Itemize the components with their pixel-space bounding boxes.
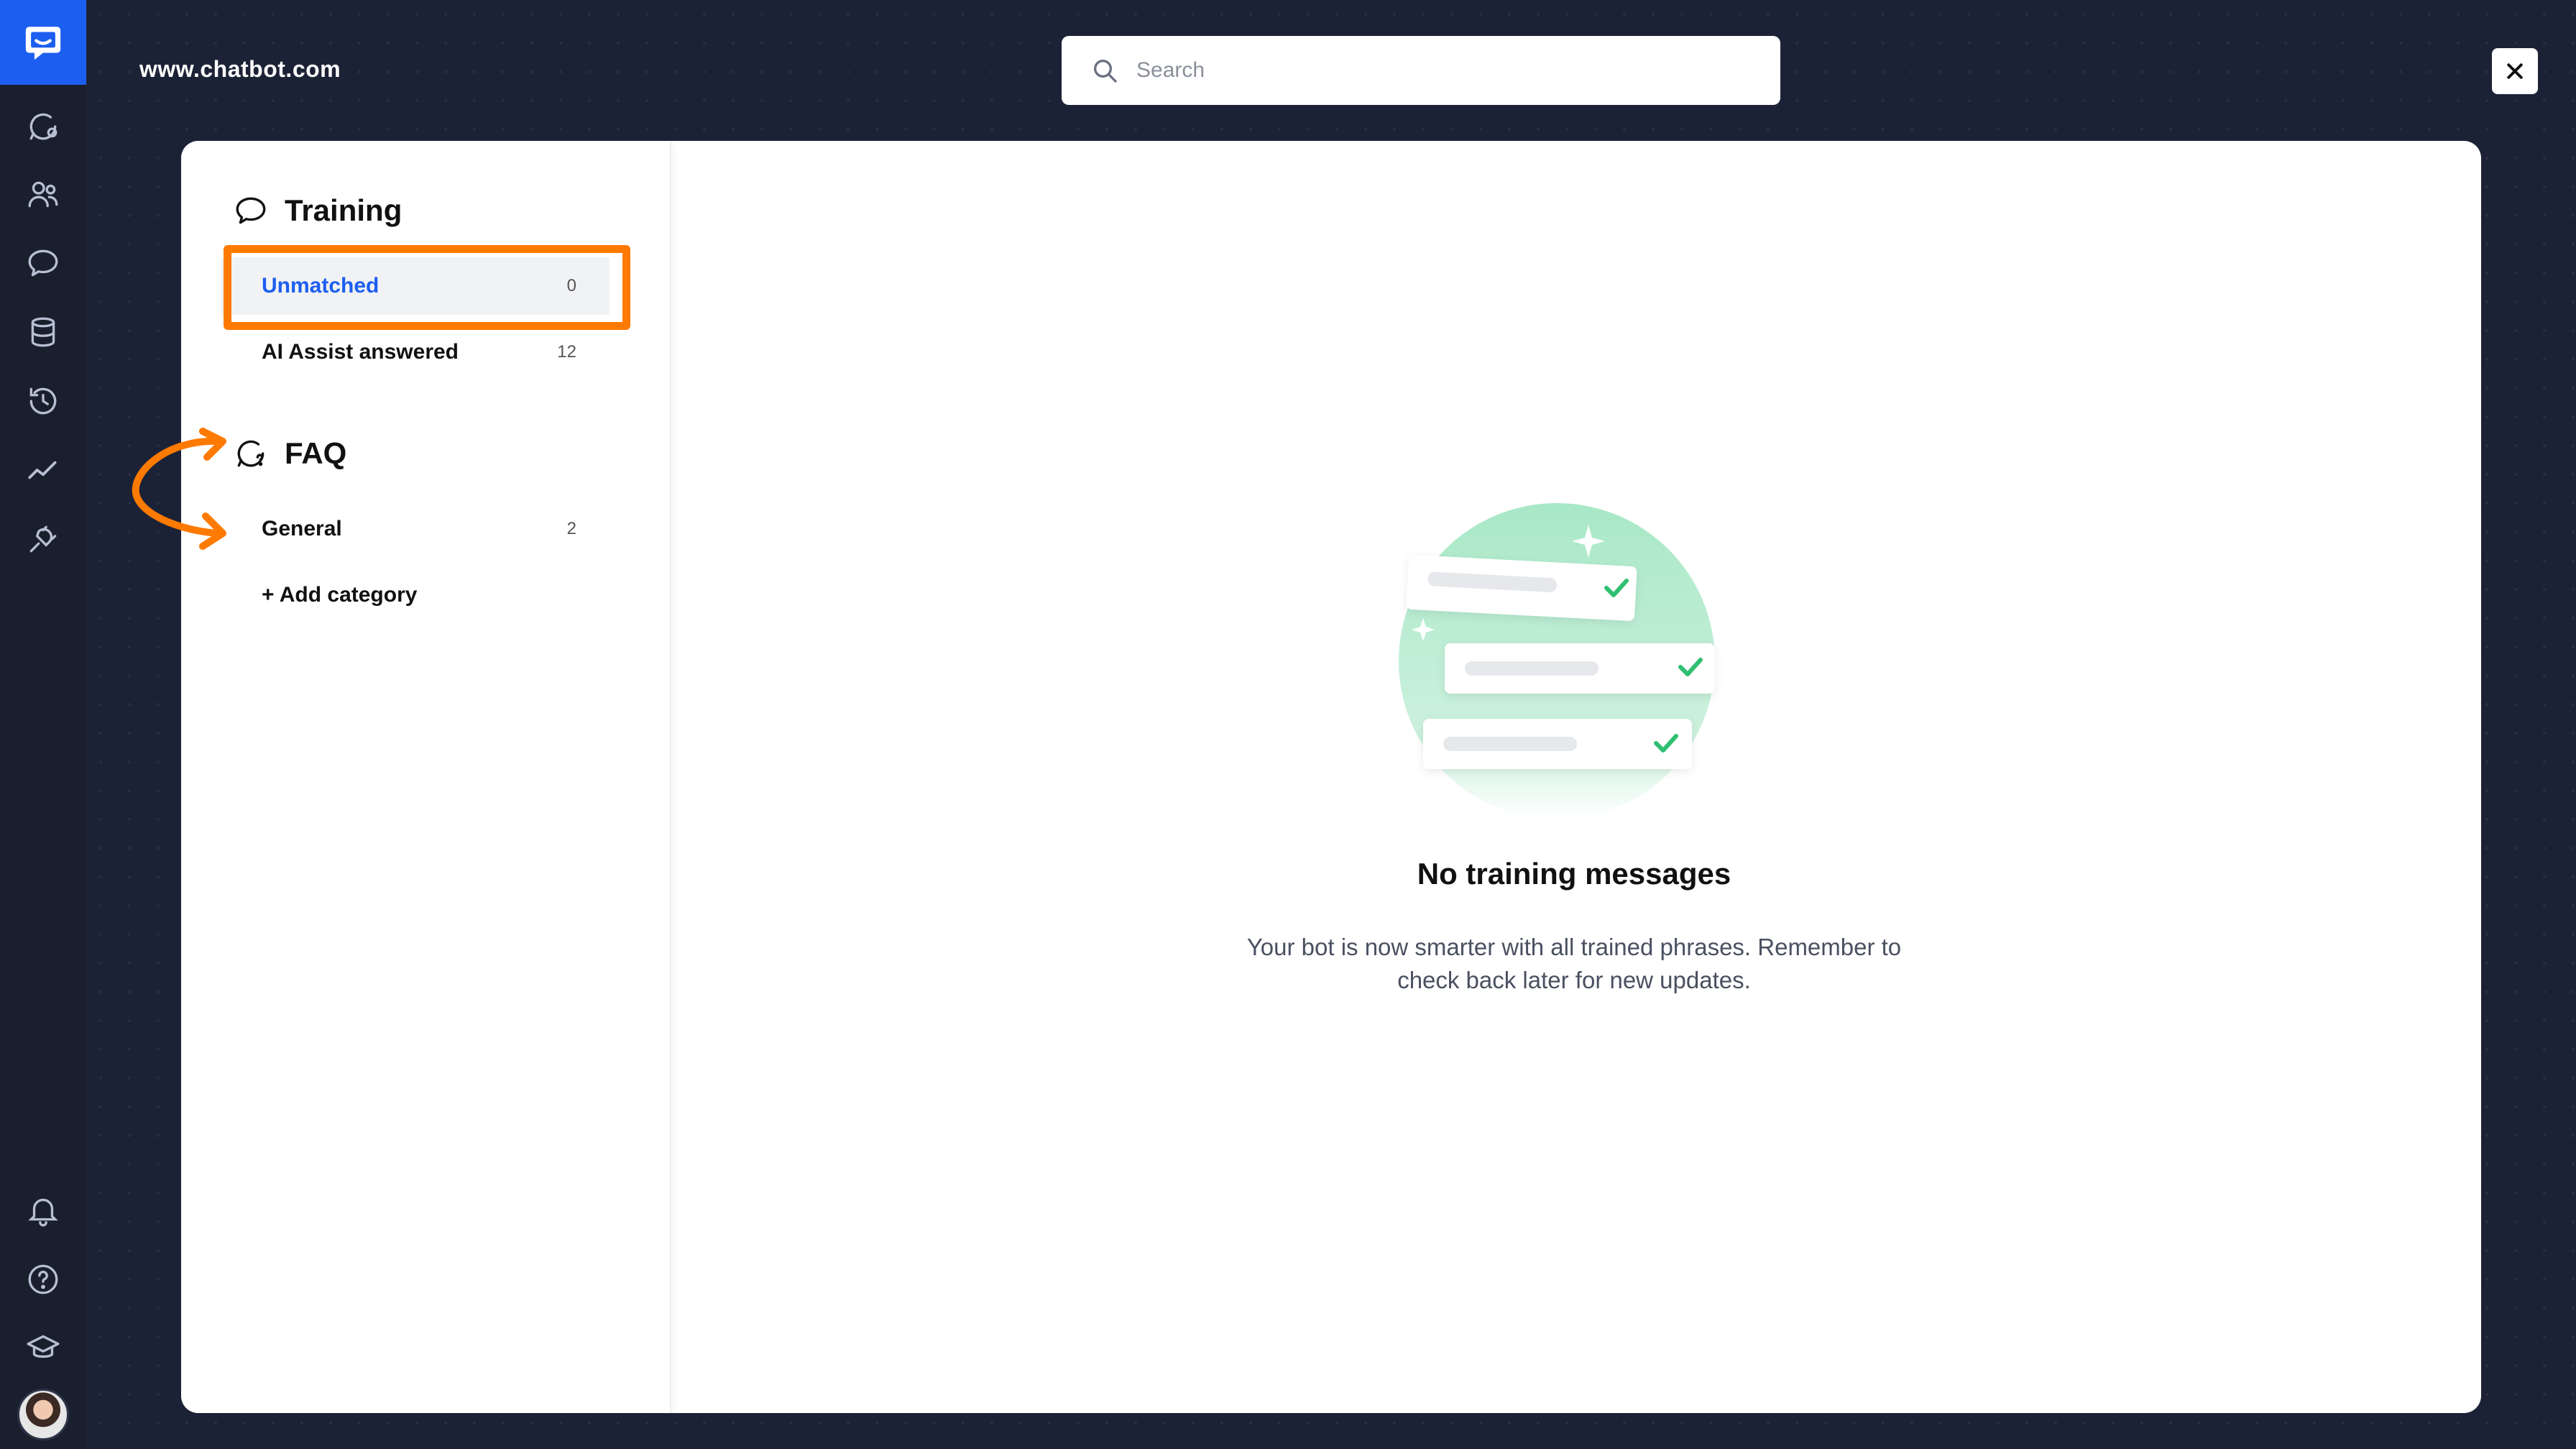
bot-training-icon (28, 249, 58, 277)
rail-academy[interactable] (0, 1320, 86, 1377)
faq-title: FAQ (285, 436, 347, 470)
empty-state-line-1: Your bot is now smarter with all trained… (1246, 934, 1902, 960)
chatbot-logo[interactable] (0, 0, 86, 85)
search-icon (1094, 60, 1117, 83)
search-bar[interactable] (1062, 36, 1780, 105)
rail-users[interactable] (0, 165, 86, 223)
training-panel: Training Unmatched 0 AI Assist answered … (181, 141, 2481, 1413)
training-bubble-icon (236, 197, 266, 224)
training-sidebar: Training Unmatched 0 AI Assist answered … (181, 141, 671, 1413)
chats-icon (29, 113, 58, 140)
rail-analytics[interactable] (0, 441, 86, 499)
close-icon (2507, 63, 2523, 79)
nav-item-unmatched[interactable]: Unmatched 0 (221, 257, 610, 315)
history-icon (29, 387, 57, 415)
users-icon (28, 181, 58, 208)
rail-database[interactable] (0, 303, 86, 361)
integrations-icon (29, 525, 57, 553)
notifications-icon (28, 1198, 58, 1227)
empty-state-line-2: check back later for new updates. (1397, 967, 1751, 993)
nav-item-label: Unmatched (262, 274, 380, 298)
training-title: Training (285, 193, 402, 227)
rail-notifications[interactable] (0, 1182, 86, 1239)
left-rail (0, 0, 86, 1449)
close-button[interactable] (2492, 48, 2538, 94)
search-input[interactable] (1135, 58, 1756, 83)
annotation-arrows (132, 428, 226, 550)
nav-item-label: General (262, 517, 342, 540)
empty-state-description: Your bot is now smarter with all trained… (1215, 931, 1933, 997)
database-icon (31, 317, 55, 347)
message-card (1445, 643, 1715, 694)
rail-integrations[interactable] (0, 510, 86, 568)
faq-section-header: FAQ (233, 436, 346, 472)
empty-state-illustration (1399, 503, 1715, 819)
faq-bubble-icon (237, 440, 264, 467)
nav-item-label: AI Assist answered (262, 340, 459, 364)
chatbot-logo-icon (25, 27, 61, 60)
avatar[interactable] (17, 1389, 69, 1440)
training-section-header: Training (233, 193, 402, 229)
nav-item-count: 0 (566, 276, 576, 295)
rail-history[interactable] (0, 372, 86, 430)
empty-state-title: No training messages (1417, 857, 1731, 891)
nav-item-ai-assist-answered[interactable]: AI Assist answered 12 (221, 323, 610, 381)
rail-chats[interactable] (0, 98, 86, 155)
message-card (1423, 719, 1692, 769)
academy-icon (27, 1335, 60, 1358)
analytics-icon (28, 461, 57, 479)
nav-item-count: 2 (566, 519, 576, 538)
nav-item-general[interactable]: General 2 (221, 500, 610, 558)
add-category-label: + Add category (262, 583, 418, 607)
help-icon (28, 1264, 58, 1294)
rail-bot-training[interactable] (0, 234, 86, 292)
add-category-button[interactable]: + Add category (221, 566, 610, 624)
nav-item-count: 12 (557, 342, 576, 362)
rail-help[interactable] (0, 1251, 86, 1308)
site-title: www.chatbot.com (139, 56, 341, 82)
